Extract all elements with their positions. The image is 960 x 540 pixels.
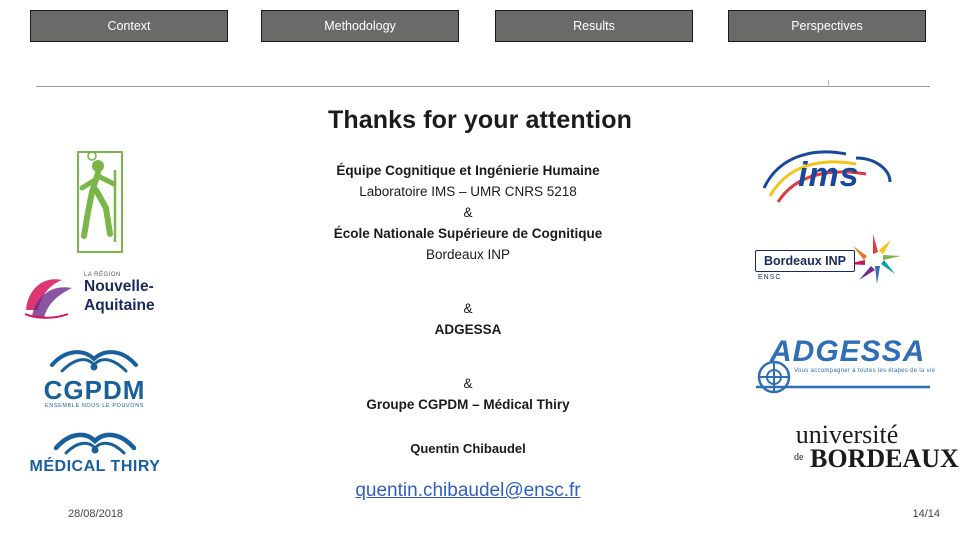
cgpdm-logo: CGPDM ENSEMBLE NOUS LE POUVONS	[22, 345, 167, 415]
nav-tab-methodology[interactable]: Methodology	[261, 10, 459, 42]
thiry-wordmark: MÉDICAL THIRY	[29, 458, 161, 475]
bordeaux-inp-logo: Bordeaux INP ENSC	[755, 230, 930, 308]
bordeaux-inp-wordmark: Bordeaux INP	[755, 250, 855, 272]
bordeaux-word: BORDEAUX	[810, 444, 959, 473]
author-name: Quentin Chibaudel	[410, 441, 526, 456]
ims-laboratory-logo: ims	[760, 148, 925, 206]
adgessa-logo: ADGESSA Vous accompagner à toutes les ét…	[750, 335, 936, 397]
nav-tab-label: Context	[107, 19, 151, 33]
affiliation-spacer	[240, 265, 696, 286]
affiliation-line: Bordeaux INP	[425, 247, 511, 262]
footer-page-number: 14/14	[912, 508, 940, 520]
section-navigation: Context Methodology Results Perspectives	[0, 10, 960, 46]
aquitaine-line1: Nouvelle-	[84, 278, 154, 295]
author-email-link[interactable]: quentin.chibaudel@ensc.fr	[240, 480, 696, 502]
cgpdm-wordmark: CGPDM	[43, 375, 146, 405]
nouvelle-aquitaine-logo: LA RÉGION Nouvelle- Aquitaine	[22, 268, 174, 328]
affiliation-line: Groupe CGPDM – Médical Thiry	[366, 397, 570, 412]
footer-date: 28/08/2018	[68, 508, 124, 520]
affiliation-ampersand: &	[463, 376, 473, 391]
affiliation-line: École Nationale Supérieure de Cognitique	[333, 226, 603, 241]
ensc-label: ENSC	[758, 274, 782, 281]
header-divider-tick	[828, 80, 829, 87]
universite-de-word: de	[794, 452, 804, 463]
affiliation-spacer	[240, 361, 696, 373]
medical-thiry-logo: MÉDICAL THIRY	[20, 428, 170, 484]
nav-tab-label: Perspectives	[791, 19, 863, 33]
hiker-pictogram-logo	[62, 150, 136, 254]
affiliation-line: Laboratoire IMS – UMR CNRS 5218	[359, 184, 577, 199]
nav-tab-label: Results	[573, 19, 615, 33]
header-divider-left	[36, 86, 402, 87]
affiliation-line: ADGESSA	[434, 322, 502, 337]
affiliation-ampersand: &	[463, 301, 473, 316]
ims-wordmark: ims	[798, 156, 860, 194]
nav-tab-context[interactable]: Context	[30, 10, 228, 42]
nav-tab-perspectives[interactable]: Perspectives	[728, 10, 926, 42]
affiliation-ampersand: &	[463, 205, 473, 220]
affiliation-line: Équipe Cognitique et Ingénierie Humaine	[336, 163, 600, 178]
aquitaine-line2: Aquitaine	[84, 297, 155, 314]
header-divider-right	[402, 86, 930, 87]
slide-title: Thanks for your attention	[328, 106, 632, 134]
affiliation-spacer	[240, 286, 696, 298]
nav-tab-label: Methodology	[324, 19, 396, 33]
universite-bordeaux-logo: université de BORDEAUX	[752, 420, 959, 482]
affiliation-block: Équipe Cognitique et Ingénierie Humaine …	[240, 160, 696, 415]
affiliation-spacer	[240, 340, 696, 361]
cgpdm-tagline: ENSEMBLE NOUS LE POUVONS	[44, 403, 145, 409]
nav-tab-results[interactable]: Results	[495, 10, 693, 42]
